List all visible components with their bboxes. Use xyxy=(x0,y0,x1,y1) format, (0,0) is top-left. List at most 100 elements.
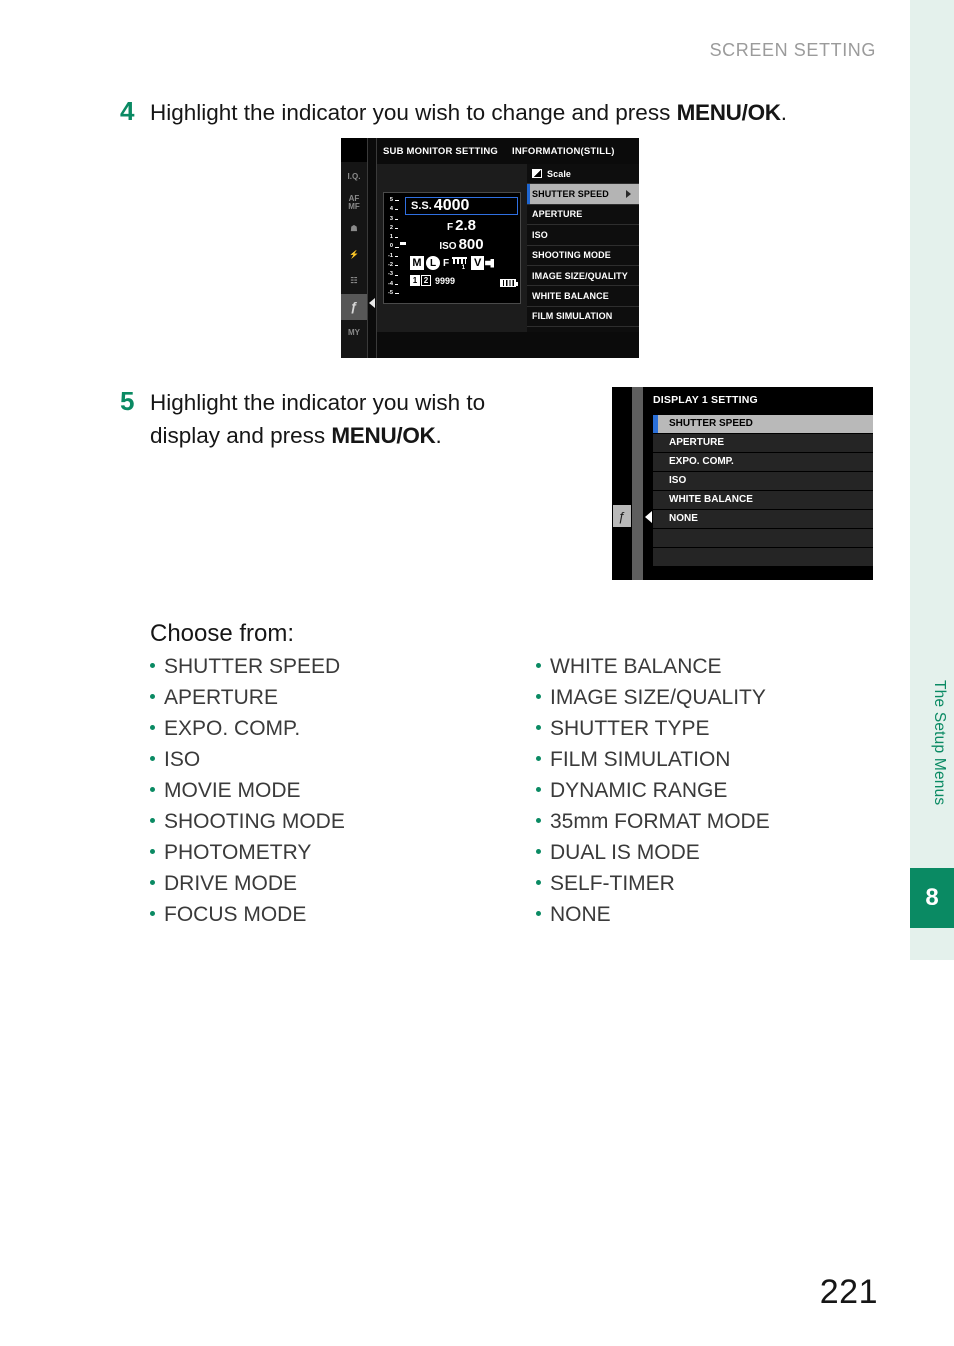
menu-item-label: ISO xyxy=(532,229,548,240)
list-item-label: IMAGE SIZE/QUALITY xyxy=(550,686,766,709)
list-item: FILM SIMULATION xyxy=(536,748,770,779)
camera-screen-1-title-left: SUB MONITOR SETTING xyxy=(383,145,498,157)
selection-bar xyxy=(527,184,530,204)
bullet-dot-icon xyxy=(536,725,541,730)
menu-item-film-simulation[interactable]: FILM SIMULATION xyxy=(527,307,639,328)
rail-selection-caret-icon xyxy=(369,298,375,308)
camera-screen-1-bottom-strip xyxy=(377,332,639,358)
choose-from-left-column: SHUTTER SPEED APERTURE EXPO. COMP. ISO M… xyxy=(150,655,345,934)
rail-icon-af-mf[interactable]: AF MF xyxy=(341,190,367,216)
menu-item-shutter-speed[interactable]: SHUTTER SPEED xyxy=(527,184,639,205)
step-5-line-2: display and press MENU/OK. xyxy=(150,419,550,452)
list-item-label: SELF-TIMER xyxy=(550,872,675,895)
list-item: WHITE BALANCE xyxy=(536,655,770,686)
list-item-label: FOCUS MODE xyxy=(164,903,307,926)
menu-item-aperture[interactable]: APERTURE xyxy=(527,205,639,226)
status-icon-row: M L F 1 V xyxy=(410,256,518,271)
menu-item-shooting-mode[interactable]: SHOOTING MODE xyxy=(527,246,639,266)
scale-tick-label: 5 xyxy=(389,197,393,203)
list-item-label: EXPO. COMP. xyxy=(164,717,301,740)
rail-icon-setup-wrench[interactable]: ƒ xyxy=(341,294,367,320)
choose-from-right-column: WHITE BALANCE IMAGE SIZE/QUALITY SHUTTER… xyxy=(536,655,770,934)
menu-item-scale[interactable]: Scale xyxy=(527,164,639,185)
iso-indicator[interactable]: ISO 800 xyxy=(405,236,518,254)
list-item-label: MOVIE MODE xyxy=(164,779,301,802)
list-item-label: WHITE BALANCE xyxy=(550,655,722,678)
bullet-dot-icon xyxy=(150,694,155,699)
bullet-dot-icon xyxy=(150,663,155,668)
bullet-dot-icon xyxy=(536,911,541,916)
menu-item-iso[interactable]: ISO xyxy=(527,225,639,246)
display-option-empty-2 xyxy=(653,548,873,566)
display-option-label: EXPO. COMP. xyxy=(669,456,734,468)
scale-tick-icon xyxy=(395,265,398,267)
side-edge-band: The Setup Menus 8 xyxy=(910,0,954,960)
list-item: DYNAMIC RANGE xyxy=(536,779,770,810)
bullet-dot-icon xyxy=(150,787,155,792)
list-item: NONE xyxy=(536,903,770,934)
step-4-text-after: . xyxy=(780,100,787,125)
scale-tick-label: -2 xyxy=(388,262,393,269)
menu-item-white-balance[interactable]: WHITE BALANCE xyxy=(527,286,639,307)
aperture-indicator[interactable]: F 2.8 xyxy=(405,217,518,235)
display-option-iso[interactable]: ISO xyxy=(653,472,873,490)
list-item: SELF-TIMER xyxy=(536,872,770,903)
step-5-line-1: Highlight the indicator you wish to xyxy=(150,386,550,419)
scale-tick-icon xyxy=(395,255,398,257)
selection-bar xyxy=(653,415,658,433)
menu-item-label: SHOOTING MODE xyxy=(532,250,611,261)
list-item: 35mm FORMAT MODE xyxy=(536,810,770,841)
rail-icon-my-menu[interactable]: MY xyxy=(341,320,367,346)
exposure-compensation-scale: 5 4 3 2 1 0 -1 -2 -3 -4 -5 xyxy=(386,196,404,301)
rail-icon-flash-setting[interactable]: ⚡ xyxy=(341,242,367,268)
list-item: FOCUS MODE xyxy=(150,903,345,934)
camera-screen-2-scrollbar[interactable] xyxy=(632,387,643,580)
display-option-expo-comp[interactable]: EXPO. COMP. xyxy=(653,453,873,471)
rail-icon-image-quality[interactable]: I.Q. xyxy=(341,164,367,190)
display-option-none[interactable]: NONE xyxy=(653,510,873,528)
scale-tick-icon xyxy=(395,200,399,202)
menu-item-image-size-quality[interactable]: IMAGE SIZE/QUALITY xyxy=(527,266,639,287)
shooting-mode-badge: M xyxy=(410,256,424,270)
display-option-label: ISO xyxy=(669,475,687,487)
selection-caret-icon xyxy=(645,511,652,523)
display-option-white-balance[interactable]: WHITE BALANCE xyxy=(653,491,873,509)
display-option-shutter-speed[interactable]: SHUTTER SPEED xyxy=(653,415,873,433)
menu-item-label: WHITE BALANCE xyxy=(532,291,609,302)
rail-icon-shooting-setting[interactable]: ☗ xyxy=(341,216,367,242)
list-item-label: PHOTOMETRY xyxy=(164,841,312,864)
scale-tick-label: -3 xyxy=(388,271,393,278)
menu-item-label: SHUTTER SPEED xyxy=(532,189,609,200)
list-item-label: 35mm FORMAT MODE xyxy=(550,810,770,833)
rail-scroll-divider xyxy=(367,138,377,358)
list-item-label: SHUTTER SPEED xyxy=(164,655,341,678)
bullet-dot-icon xyxy=(150,756,155,761)
list-item-label: DYNAMIC RANGE xyxy=(550,779,728,802)
list-item-label: SHOOTING MODE xyxy=(164,810,345,833)
list-item-label: DUAL IS MODE xyxy=(550,841,700,864)
bullet-dot-icon xyxy=(536,756,541,761)
bullet-dot-icon xyxy=(150,911,155,916)
list-item: EXPO. COMP. xyxy=(150,717,345,748)
step-4-button-name: MENU/OK xyxy=(676,100,781,125)
chapter-title-vertical: The Setup Menus xyxy=(931,680,948,806)
display-option-label: SHUTTER SPEED xyxy=(669,418,753,430)
shutter-speed-indicator-selected[interactable]: S.S. 4000 xyxy=(405,197,518,215)
scale-tick-icon xyxy=(395,293,399,295)
aperture-label: F xyxy=(447,222,454,233)
list-item: IMAGE SIZE/QUALITY xyxy=(536,686,770,717)
scale-tick-label: 1 xyxy=(389,234,393,241)
camera-screen-2-title: DISPLAY 1 SETTING xyxy=(653,394,758,406)
scale-tick-label: -5 xyxy=(388,289,393,296)
page-number: 221 xyxy=(819,1273,878,1311)
setup-wrench-icon[interactable]: ƒ xyxy=(613,505,631,527)
shutter-speed-label: S.S. xyxy=(411,200,432,212)
bullet-dot-icon xyxy=(536,787,541,792)
display-option-aperture[interactable]: APERTURE xyxy=(653,434,873,452)
rail-icon-movie-setting[interactable]: ☷ xyxy=(341,268,367,294)
list-item-label: SHUTTER TYPE xyxy=(550,717,710,740)
list-item-label: APERTURE xyxy=(164,686,278,709)
bullet-dot-icon xyxy=(150,818,155,823)
list-item: PHOTOMETRY xyxy=(150,841,345,872)
chevron-right-icon xyxy=(626,190,631,199)
